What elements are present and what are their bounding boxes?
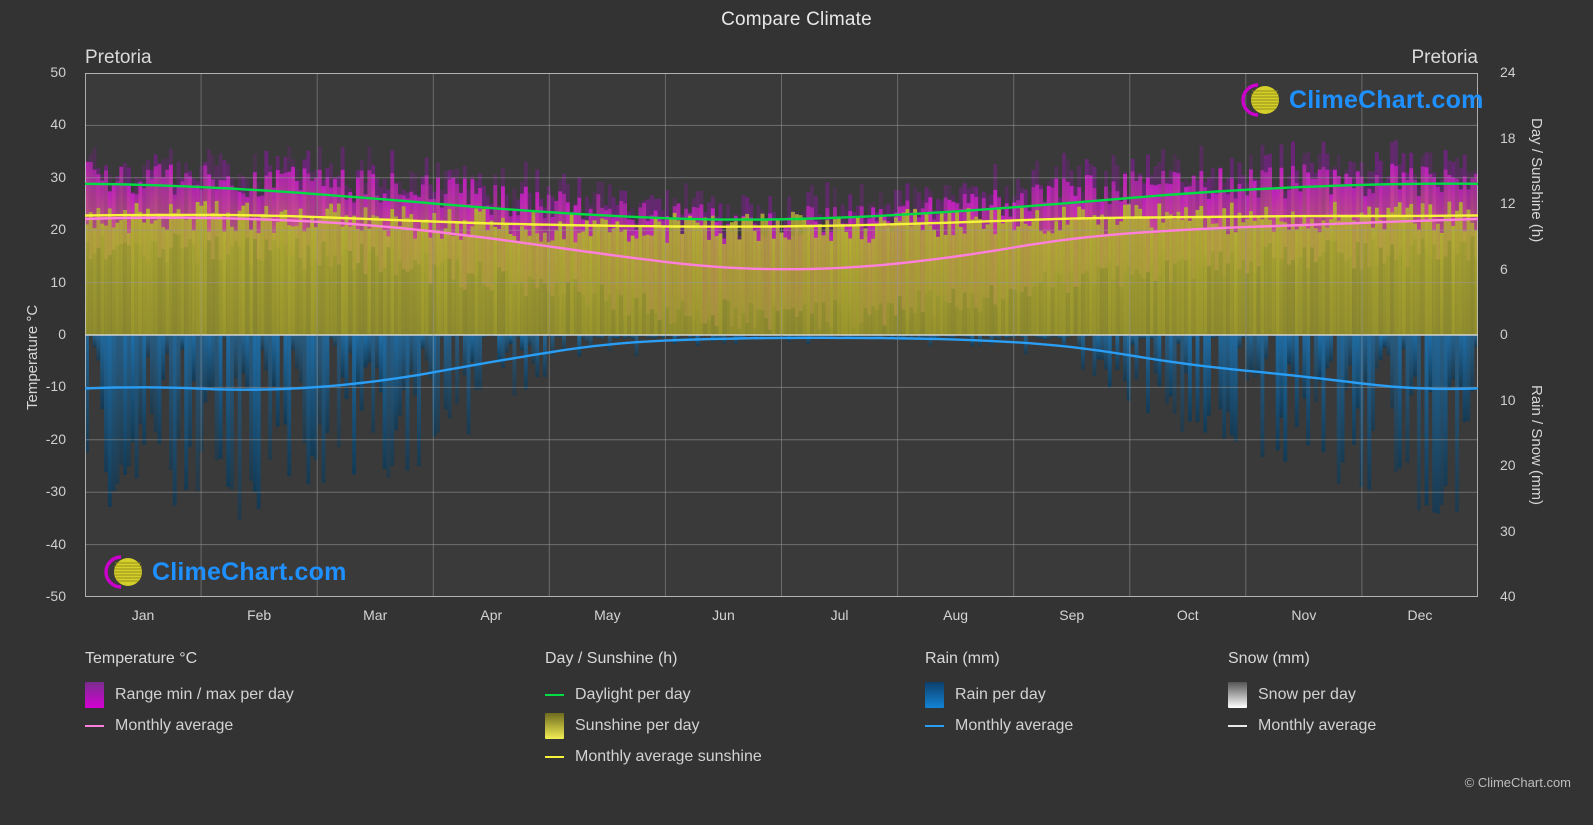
x-tick-sep: Sep	[1059, 607, 1085, 623]
y-tick-left: -40	[45, 535, 66, 552]
x-tick-jan: Jan	[131, 607, 155, 623]
x-tick-may: May	[594, 607, 621, 623]
legend-group-temperature-c: Temperature °C Range min / max per day Mon…	[85, 650, 294, 741]
legend-group-day-sunshine-h: Day / Sunshine (h) Daylight per day Sunshi…	[545, 650, 762, 772]
y-tick-left: -10	[45, 378, 66, 395]
x-tick-oct: Oct	[1176, 607, 1199, 623]
x-tick-jun: Jun	[712, 607, 735, 623]
legend-item-label: Range min / max per day	[115, 685, 294, 703]
city-label-left: Pretoria	[85, 47, 152, 68]
legend-line-icon	[925, 713, 944, 739]
city-label-right: Pretoria	[1411, 47, 1478, 68]
climechart-logo-icon	[104, 555, 142, 589]
legend-item-label: Monthly average	[115, 716, 234, 734]
y-tick-right-sunshine: 24	[1500, 64, 1516, 80]
legend-swatch-icon	[1228, 681, 1247, 708]
legend-item[interactable]: Sunshine per day	[545, 710, 762, 741]
y-tick-right-rain: 20	[1500, 457, 1516, 473]
legend-item-label: Daylight per day	[575, 685, 691, 703]
y-tick-left: 50	[50, 64, 66, 80]
legend-line-icon	[545, 744, 564, 770]
y-tick-left: 0	[58, 326, 66, 342]
legend-item-label: Rain per day	[955, 685, 1046, 703]
legend-group-snow-mm: Snow (mm) Snow per day Monthly average	[1228, 650, 1376, 741]
x-tick-aug: Aug	[943, 607, 969, 623]
legend-item[interactable]: Monthly average	[1228, 710, 1376, 741]
legend-group-heading: Day / Sunshine (h)	[545, 650, 678, 667]
legend-item-label: Sunshine per day	[575, 716, 700, 734]
legend-group-heading: Snow (mm)	[1228, 650, 1310, 667]
copyright-notice: © ClimeChart.com	[1464, 775, 1571, 790]
x-tick-nov: Nov	[1291, 607, 1317, 623]
legend-line-icon	[545, 682, 564, 708]
chart-legend: Temperature °C Range min / max per day Mon…	[0, 650, 1593, 825]
y-tick-right-rain: 10	[1500, 391, 1516, 408]
y-tick-right-sunshine: 6	[1500, 260, 1508, 277]
y-tick-left: 40	[50, 116, 66, 133]
legend-line-icon	[85, 713, 104, 739]
legend-item[interactable]: Rain per day	[925, 679, 1073, 710]
watermark-text: ClimeChart.com	[152, 557, 347, 586]
legend-item[interactable]: Monthly average	[925, 710, 1073, 741]
legend-item[interactable]: Monthly average sunshine	[545, 741, 762, 772]
x-tick-jul: Jul	[830, 607, 849, 623]
legend-swatch-icon	[85, 681, 104, 708]
legend-item[interactable]: Range min / max per day	[85, 679, 294, 710]
y-tick-right-rain: 40	[1500, 588, 1516, 604]
y-tick-right-sunshine: 12	[1500, 195, 1516, 211]
climate-chart-plot[interactable]	[85, 73, 1478, 597]
y-tick-left: -50	[45, 588, 66, 604]
y-tick-left: -30	[45, 483, 66, 500]
y-tick-left: 10	[50, 273, 66, 290]
legend-item-label: Monthly average	[955, 716, 1074, 734]
y-tick-left: 20	[50, 221, 66, 238]
legend-swatch-icon	[545, 712, 564, 739]
legend-item[interactable]: Monthly average	[85, 710, 294, 741]
chart-svg	[85, 73, 1478, 597]
watermark-text: ClimeChart.com	[1289, 85, 1484, 114]
legend-item-label: Monthly average sunshine	[575, 747, 762, 765]
y-tick-right-rain: 30	[1500, 522, 1516, 539]
y-tick-right-sunshine: 18	[1500, 129, 1516, 146]
legend-line-icon	[1228, 713, 1247, 739]
legend-group-heading: Temperature °C	[85, 650, 198, 667]
climechart-logo-icon	[1241, 83, 1279, 117]
x-tick-apr: Apr	[480, 607, 503, 623]
watermark-logo-top: ClimeChart.com	[1232, 80, 1484, 120]
legend-item[interactable]: Snow per day	[1228, 679, 1376, 710]
y-tick-left: -20	[45, 430, 66, 447]
x-tick-mar: Mar	[363, 607, 388, 623]
x-tick-dec: Dec	[1407, 607, 1433, 623]
legend-swatch-icon	[925, 681, 944, 708]
legend-group-heading: Rain (mm)	[925, 650, 1000, 667]
legend-group-rain-mm: Rain (mm) Rain per day Monthly average	[925, 650, 1073, 741]
y-tick-left: 30	[50, 168, 66, 185]
y-tick-right-sunshine: 0	[1500, 326, 1508, 342]
legend-item[interactable]: Daylight per day	[545, 679, 762, 710]
page-title: Compare Climate	[721, 9, 872, 30]
legend-item-label: Snow per day	[1258, 685, 1356, 703]
watermark-logo-bottom: ClimeChart.com	[95, 552, 347, 592]
x-tick-feb: Feb	[247, 607, 272, 623]
legend-item-label: Monthly average	[1258, 716, 1377, 734]
